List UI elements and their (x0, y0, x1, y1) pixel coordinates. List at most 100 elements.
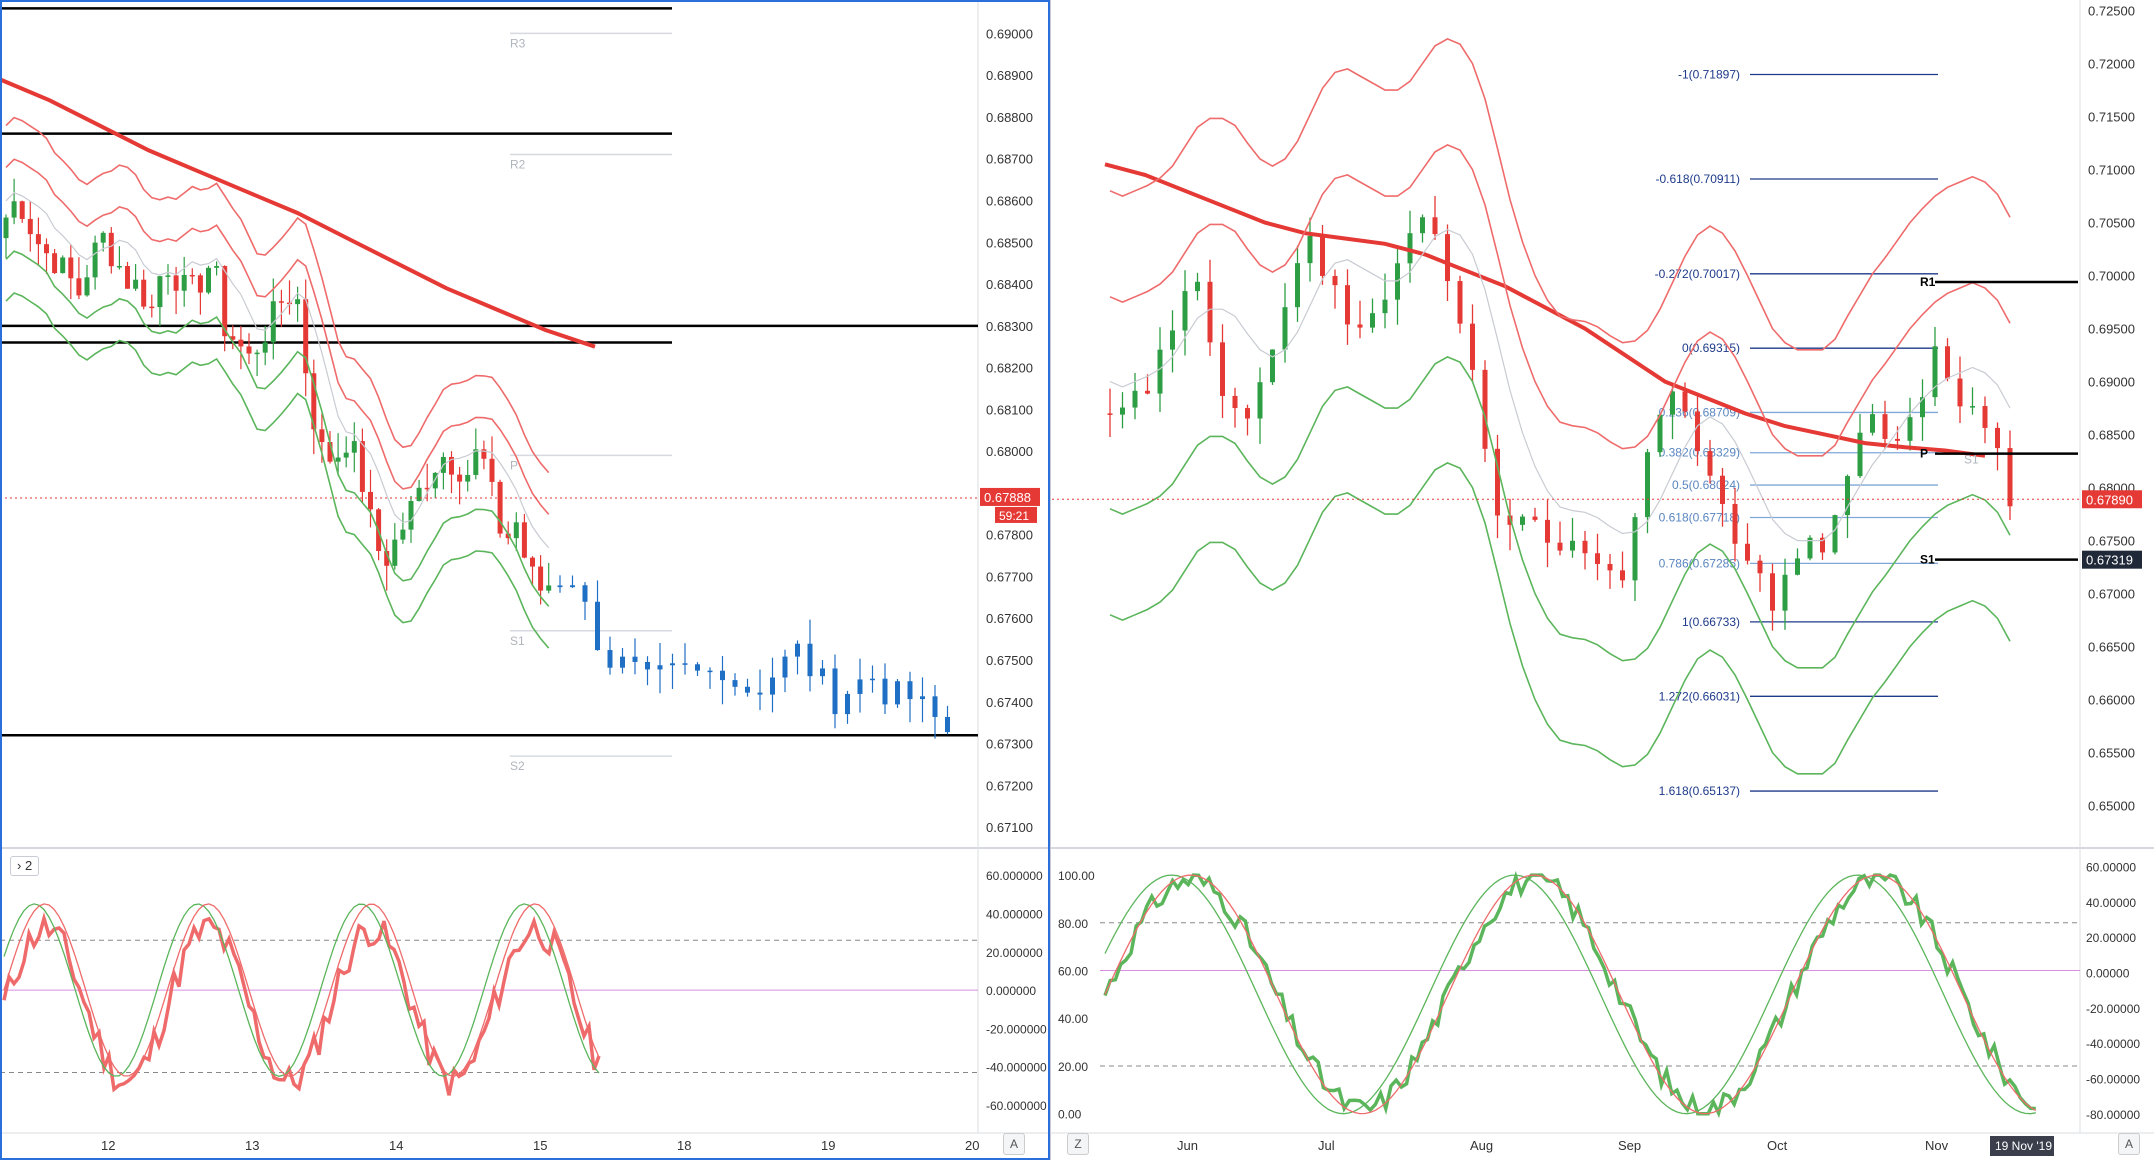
left-price-tick: 0.68200 (986, 361, 1033, 376)
left-candle-body (108, 232, 114, 267)
right-pivot-label: S1 (1920, 553, 1935, 567)
left-candle-body (530, 557, 535, 567)
right-candle-body (1182, 291, 1188, 331)
right-envelope-band (1109, 356, 2011, 669)
right-candle-body (1857, 432, 1863, 477)
left-date-tick: 20 (965, 1138, 979, 1153)
right-candle-body (1557, 542, 1563, 551)
left-pivot-label: R3 (510, 36, 526, 50)
left-price-pane[interactable]: 0.69000 0.68900 0.68800 0.68700 0.68600 0.685… (0, 7, 1040, 1153)
right-candle-body (1245, 408, 1250, 419)
right-price-pane[interactable]: 0.72500 0.72000 0.71500 0.71000 0.70500 0.700… (1052, 4, 2142, 1156)
left-osc-tick: 0.000000 (986, 984, 1036, 998)
right-candle-body (1257, 382, 1263, 419)
left-envelope-band (5, 250, 550, 607)
left-pivot-label: P (510, 458, 518, 472)
left-mid-band (5, 191, 550, 549)
left-candle-body (214, 266, 220, 268)
right-price-tick: 0.72000 (2088, 57, 2135, 72)
right-candle-body (1570, 540, 1575, 551)
right-candle-body (1620, 570, 1625, 581)
right-price-tick: 0.70500 (2088, 216, 2135, 231)
left-osc-main (2, 912, 601, 1096)
right-price-tick: 0.65500 (2088, 746, 2135, 761)
right-pivot-label: P (1920, 447, 1928, 461)
right-auto-scale-button[interactable]: A (2118, 1133, 2140, 1155)
left-price-tick: 0.68900 (986, 68, 1033, 83)
right-candle-body (1895, 438, 1900, 441)
right-zoom-button[interactable]: Z (1067, 1133, 1089, 1155)
left-candle-body (254, 352, 260, 355)
right-candle-body (1370, 313, 1375, 328)
fib-level-label: -1(0.71897) (1678, 68, 1740, 82)
left-price-tick: 0.68600 (986, 194, 1033, 209)
left-date-tick: 18 (677, 1138, 691, 1153)
right-price-tick: 0.65000 (2088, 799, 2135, 814)
left-auto-scale-button[interactable]: A (1003, 1133, 1025, 1155)
right-candle-body (1732, 503, 1738, 544)
right-candle-body (1532, 516, 1538, 520)
left-osc-tick: 20.000000 (986, 946, 1043, 960)
right-candle-body (1432, 217, 1438, 235)
right-candle-body (1295, 263, 1300, 308)
right-candle-body (1457, 281, 1463, 324)
left-candle-body (682, 663, 688, 665)
left-candle-body (295, 299, 301, 305)
right-candle-body (1982, 406, 1988, 428)
fib-level-label: 0.618(0.67718) (1659, 510, 1740, 524)
charts-canvas[interactable]: 0.69000 0.68900 0.68800 0.68700 0.68600 0.685… (0, 0, 2154, 1160)
left-candle-body (745, 686, 750, 693)
right-oscillator-pane[interactable]: 100.00 80.00 60.00 40.00 20.00 0.00 60.00000 40… (1058, 861, 2140, 1122)
right-last-price-text: 0.67890 (2086, 492, 2133, 507)
fib-level-label: 1.272(0.66031) (1659, 689, 1740, 703)
left-candle-body (238, 339, 244, 347)
left-oscillator-pane[interactable]: 60.000000 40.000000 20.000000 0.000000 -20.0… (0, 869, 1047, 1113)
right-osc-right-tick: -80.00000 (2086, 1108, 2140, 1122)
left-candle-body (895, 681, 900, 705)
left-candle-body (416, 487, 422, 501)
left-candle-body (149, 306, 155, 309)
left-price-tick: 0.67700 (986, 569, 1033, 584)
left-candle-body (181, 274, 187, 291)
chart-workspace[interactable]: 0.69000 0.68900 0.68800 0.68700 0.68600 0.685… (0, 0, 2154, 1160)
left-pivot-label: S2 (510, 759, 525, 773)
right-candle-body (1445, 234, 1450, 282)
left-candle-body (546, 585, 552, 591)
left-candle-body (206, 267, 211, 293)
right-osc-left-tick: 60.00 (1058, 965, 1088, 979)
left-date-tick: 19 (821, 1138, 835, 1153)
left-candle-body (351, 441, 357, 453)
left-candle-body (44, 244, 49, 254)
left-candle-body (52, 253, 58, 274)
left-price-tick: 0.68000 (986, 444, 1033, 459)
left-candle-body (343, 452, 349, 458)
left-date-tick: 15 (533, 1138, 547, 1153)
right-price-tick: 0.66500 (2088, 640, 2135, 655)
right-osc-right-tick: -20.00000 (2086, 1002, 2140, 1016)
left-candle-body (27, 218, 33, 235)
left-candle-body (932, 696, 938, 717)
left-candle-body (795, 643, 800, 657)
left-last-price-text: 0.67888 (984, 490, 1031, 505)
left-candle-body (707, 670, 713, 673)
left-candle-body (695, 664, 700, 671)
right-date-tick: Aug (1470, 1138, 1493, 1153)
right-candle-body (1107, 413, 1113, 415)
right-candle-body (1795, 558, 1800, 575)
left-candle-body (582, 585, 588, 602)
right-candle-body (2007, 448, 2013, 507)
left-price-tick: 0.68400 (986, 277, 1033, 292)
left-candle-body (278, 301, 284, 303)
right-candle-body (1645, 452, 1650, 518)
left-candle-body (359, 441, 365, 492)
right-candle-body (1120, 407, 1125, 415)
right-zoom-label: Z (1074, 1137, 1082, 1151)
left-candle-body (173, 275, 179, 291)
right-price-tick: 0.70000 (2088, 269, 2135, 284)
left-candle-body (35, 234, 41, 245)
indicator-collapse-chip[interactable]: › 2 (10, 856, 40, 876)
fib-level-label: 1(0.66733) (1682, 615, 1740, 629)
right-candle-body (1932, 346, 1938, 398)
left-candle-body (457, 474, 463, 482)
left-price-tick: 0.67800 (986, 528, 1033, 543)
